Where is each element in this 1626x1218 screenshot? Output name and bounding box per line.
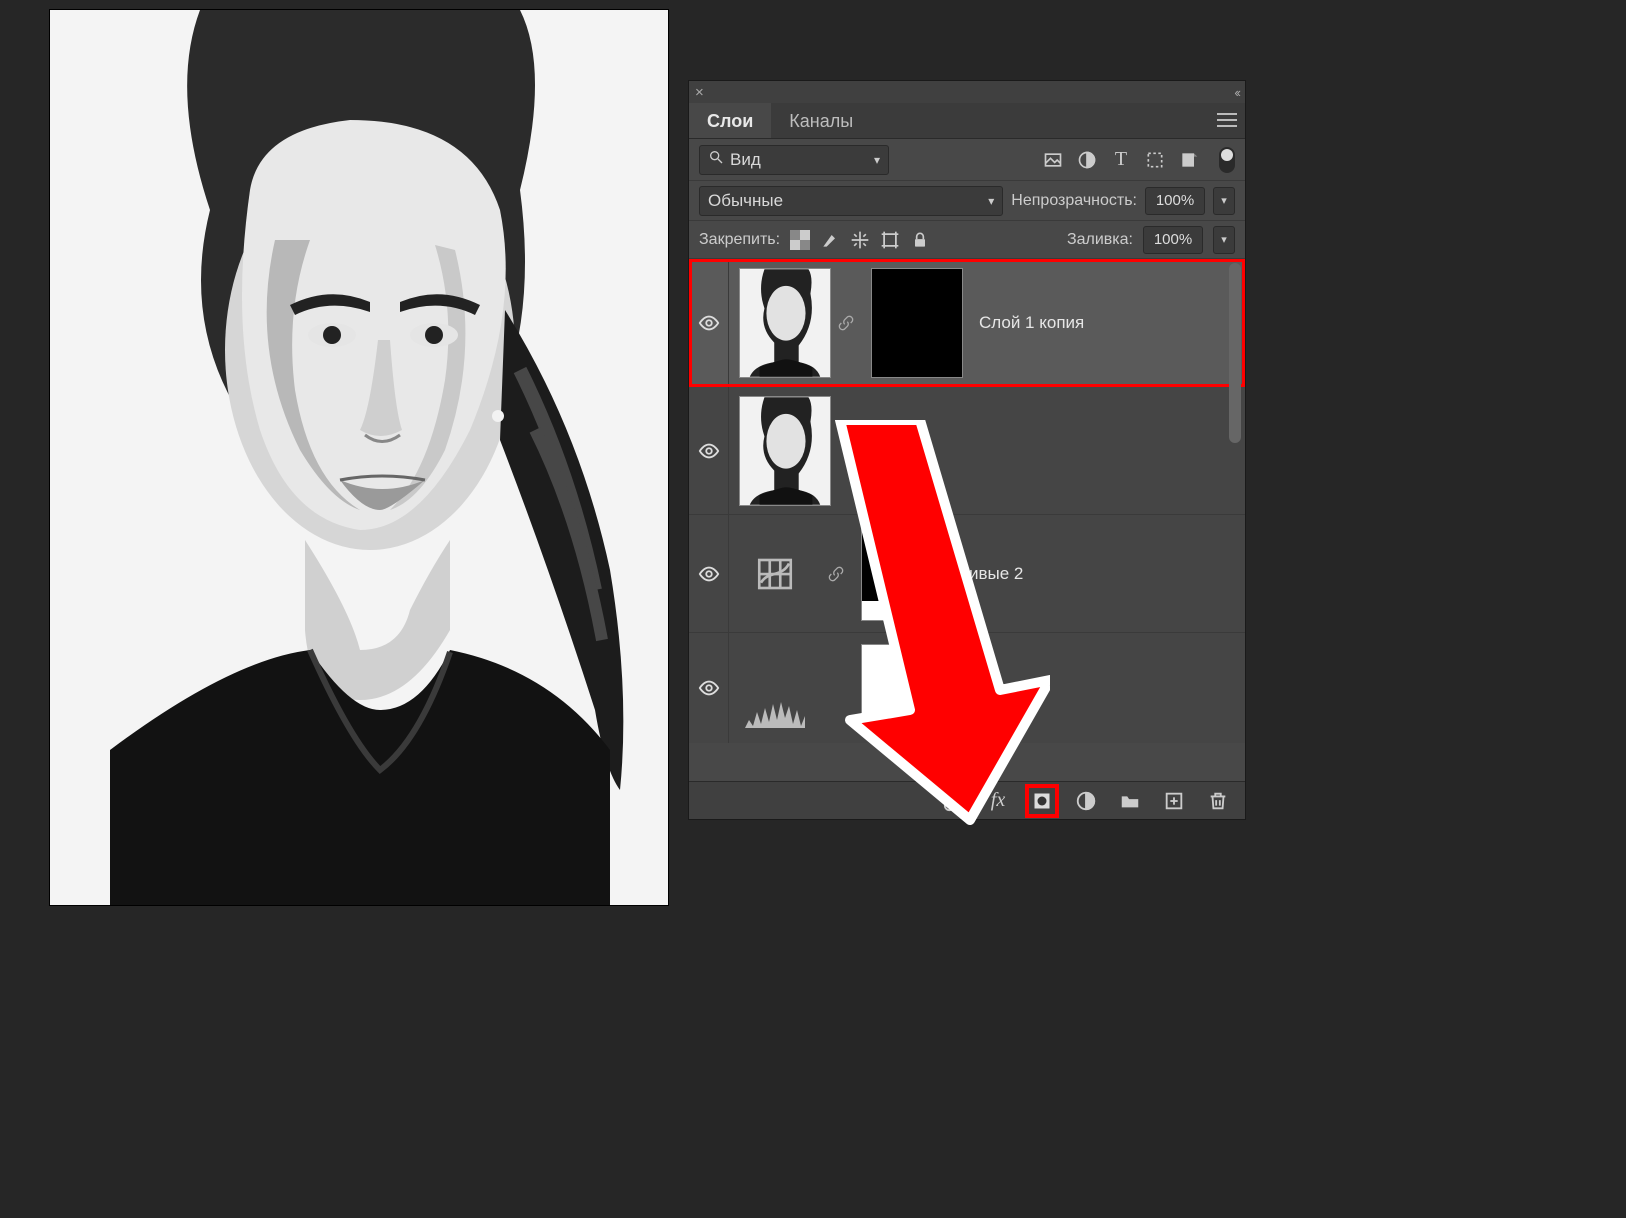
visibility-icon[interactable]	[689, 515, 729, 632]
link-layers-icon[interactable]	[943, 790, 965, 812]
collapse-icon[interactable]: ‹‹	[1234, 85, 1239, 100]
portrait-image	[50, 10, 668, 905]
visibility-icon[interactable]	[689, 633, 729, 743]
adjustment-icon[interactable]	[729, 648, 821, 728]
opacity-label: Непрозрачность:	[1011, 192, 1137, 210]
filter-shape-icon[interactable]	[1145, 150, 1165, 170]
layer-thumbnail[interactable]	[739, 268, 831, 378]
lock-pixels-icon[interactable]	[820, 230, 840, 250]
panel-menu-icon[interactable]	[1217, 113, 1237, 127]
link-icon[interactable]	[831, 315, 861, 331]
layer-mask-thumbnail[interactable]	[861, 644, 953, 732]
blend-row: Обычные ▾ Непрозрачность: 100% ▾	[689, 181, 1245, 221]
layer-mask-thumbnail[interactable]	[871, 268, 963, 378]
visibility-icon[interactable]	[689, 387, 729, 514]
lock-position-icon[interactable]	[850, 230, 870, 250]
filter-type-icon[interactable]: T	[1111, 150, 1131, 170]
layer-row[interactable]: Уровни 1	[689, 633, 1245, 743]
layer-name[interactable]: Уровни 1	[969, 678, 1040, 698]
opacity-value[interactable]: 100%	[1145, 187, 1205, 215]
layer-mask-thumbnail[interactable]	[861, 526, 953, 621]
adjustment-layer-icon[interactable]	[1075, 790, 1097, 812]
layer-row[interactable]: Слой 1 копия	[689, 259, 1245, 387]
chevron-down-icon: ▾	[874, 153, 880, 167]
layer-name[interactable]: ивые 2	[969, 564, 1023, 584]
layer-thumbnail[interactable]	[739, 396, 831, 506]
delete-icon[interactable]	[1207, 790, 1229, 812]
fill-label: Заливка:	[1067, 231, 1133, 249]
kind-filter-dropdown[interactable]: Вид ▾	[699, 145, 889, 175]
lock-all-icon[interactable]	[910, 230, 930, 250]
layers-list: Слой 1 копия ивые 2	[689, 259, 1245, 781]
add-mask-icon[interactable]	[1031, 790, 1053, 812]
link-icon[interactable]	[821, 566, 851, 582]
tab-layers[interactable]: Слои	[689, 103, 771, 138]
layer-style-icon[interactable]: fx	[987, 790, 1009, 812]
fill-chevron[interactable]: ▾	[1213, 226, 1235, 254]
filter-row: Вид ▾ T	[689, 139, 1245, 181]
filter-toggle[interactable]	[1219, 147, 1235, 173]
layer-row[interactable]	[689, 387, 1245, 515]
fill-value[interactable]: 100%	[1143, 226, 1203, 254]
lock-artboard-icon[interactable]	[880, 230, 900, 250]
adjustment-icon[interactable]	[729, 553, 821, 595]
panel-tabs: Слои Каналы	[689, 103, 1245, 139]
filter-smart-icon[interactable]	[1179, 150, 1199, 170]
lock-label: Закрепить:	[699, 231, 780, 249]
new-layer-icon[interactable]	[1163, 790, 1185, 812]
document-canvas[interactable]	[50, 10, 668, 905]
filter-adjustment-icon[interactable]	[1077, 150, 1097, 170]
filter-pixel-icon[interactable]	[1043, 150, 1063, 170]
chevron-down-icon: ▾	[988, 194, 994, 208]
panel-footer: fx	[689, 781, 1245, 819]
search-icon	[708, 149, 724, 170]
layer-row[interactable]: ивые 2	[689, 515, 1245, 633]
group-icon[interactable]	[1119, 790, 1141, 812]
tab-channels[interactable]: Каналы	[771, 103, 871, 138]
visibility-icon[interactable]	[689, 259, 729, 386]
opacity-chevron[interactable]: ▾	[1213, 187, 1235, 215]
close-icon[interactable]: ×	[695, 84, 704, 101]
panel-topbar: × ‹‹	[689, 81, 1245, 103]
lock-row: Закрепить: Заливка: 100% ▾	[689, 221, 1245, 259]
layers-panel: × ‹‹ Слои Каналы Вид ▾ T Обычные ▾	[688, 80, 1246, 820]
lock-transparency-icon[interactable]	[790, 230, 810, 250]
blend-mode-dropdown[interactable]: Обычные ▾	[699, 186, 1003, 216]
blend-mode-value: Обычные	[708, 191, 783, 211]
scrollbar[interactable]	[1229, 263, 1241, 777]
kind-filter-label: Вид	[730, 150, 761, 170]
layer-name[interactable]: Слой 1 копия	[979, 313, 1084, 333]
